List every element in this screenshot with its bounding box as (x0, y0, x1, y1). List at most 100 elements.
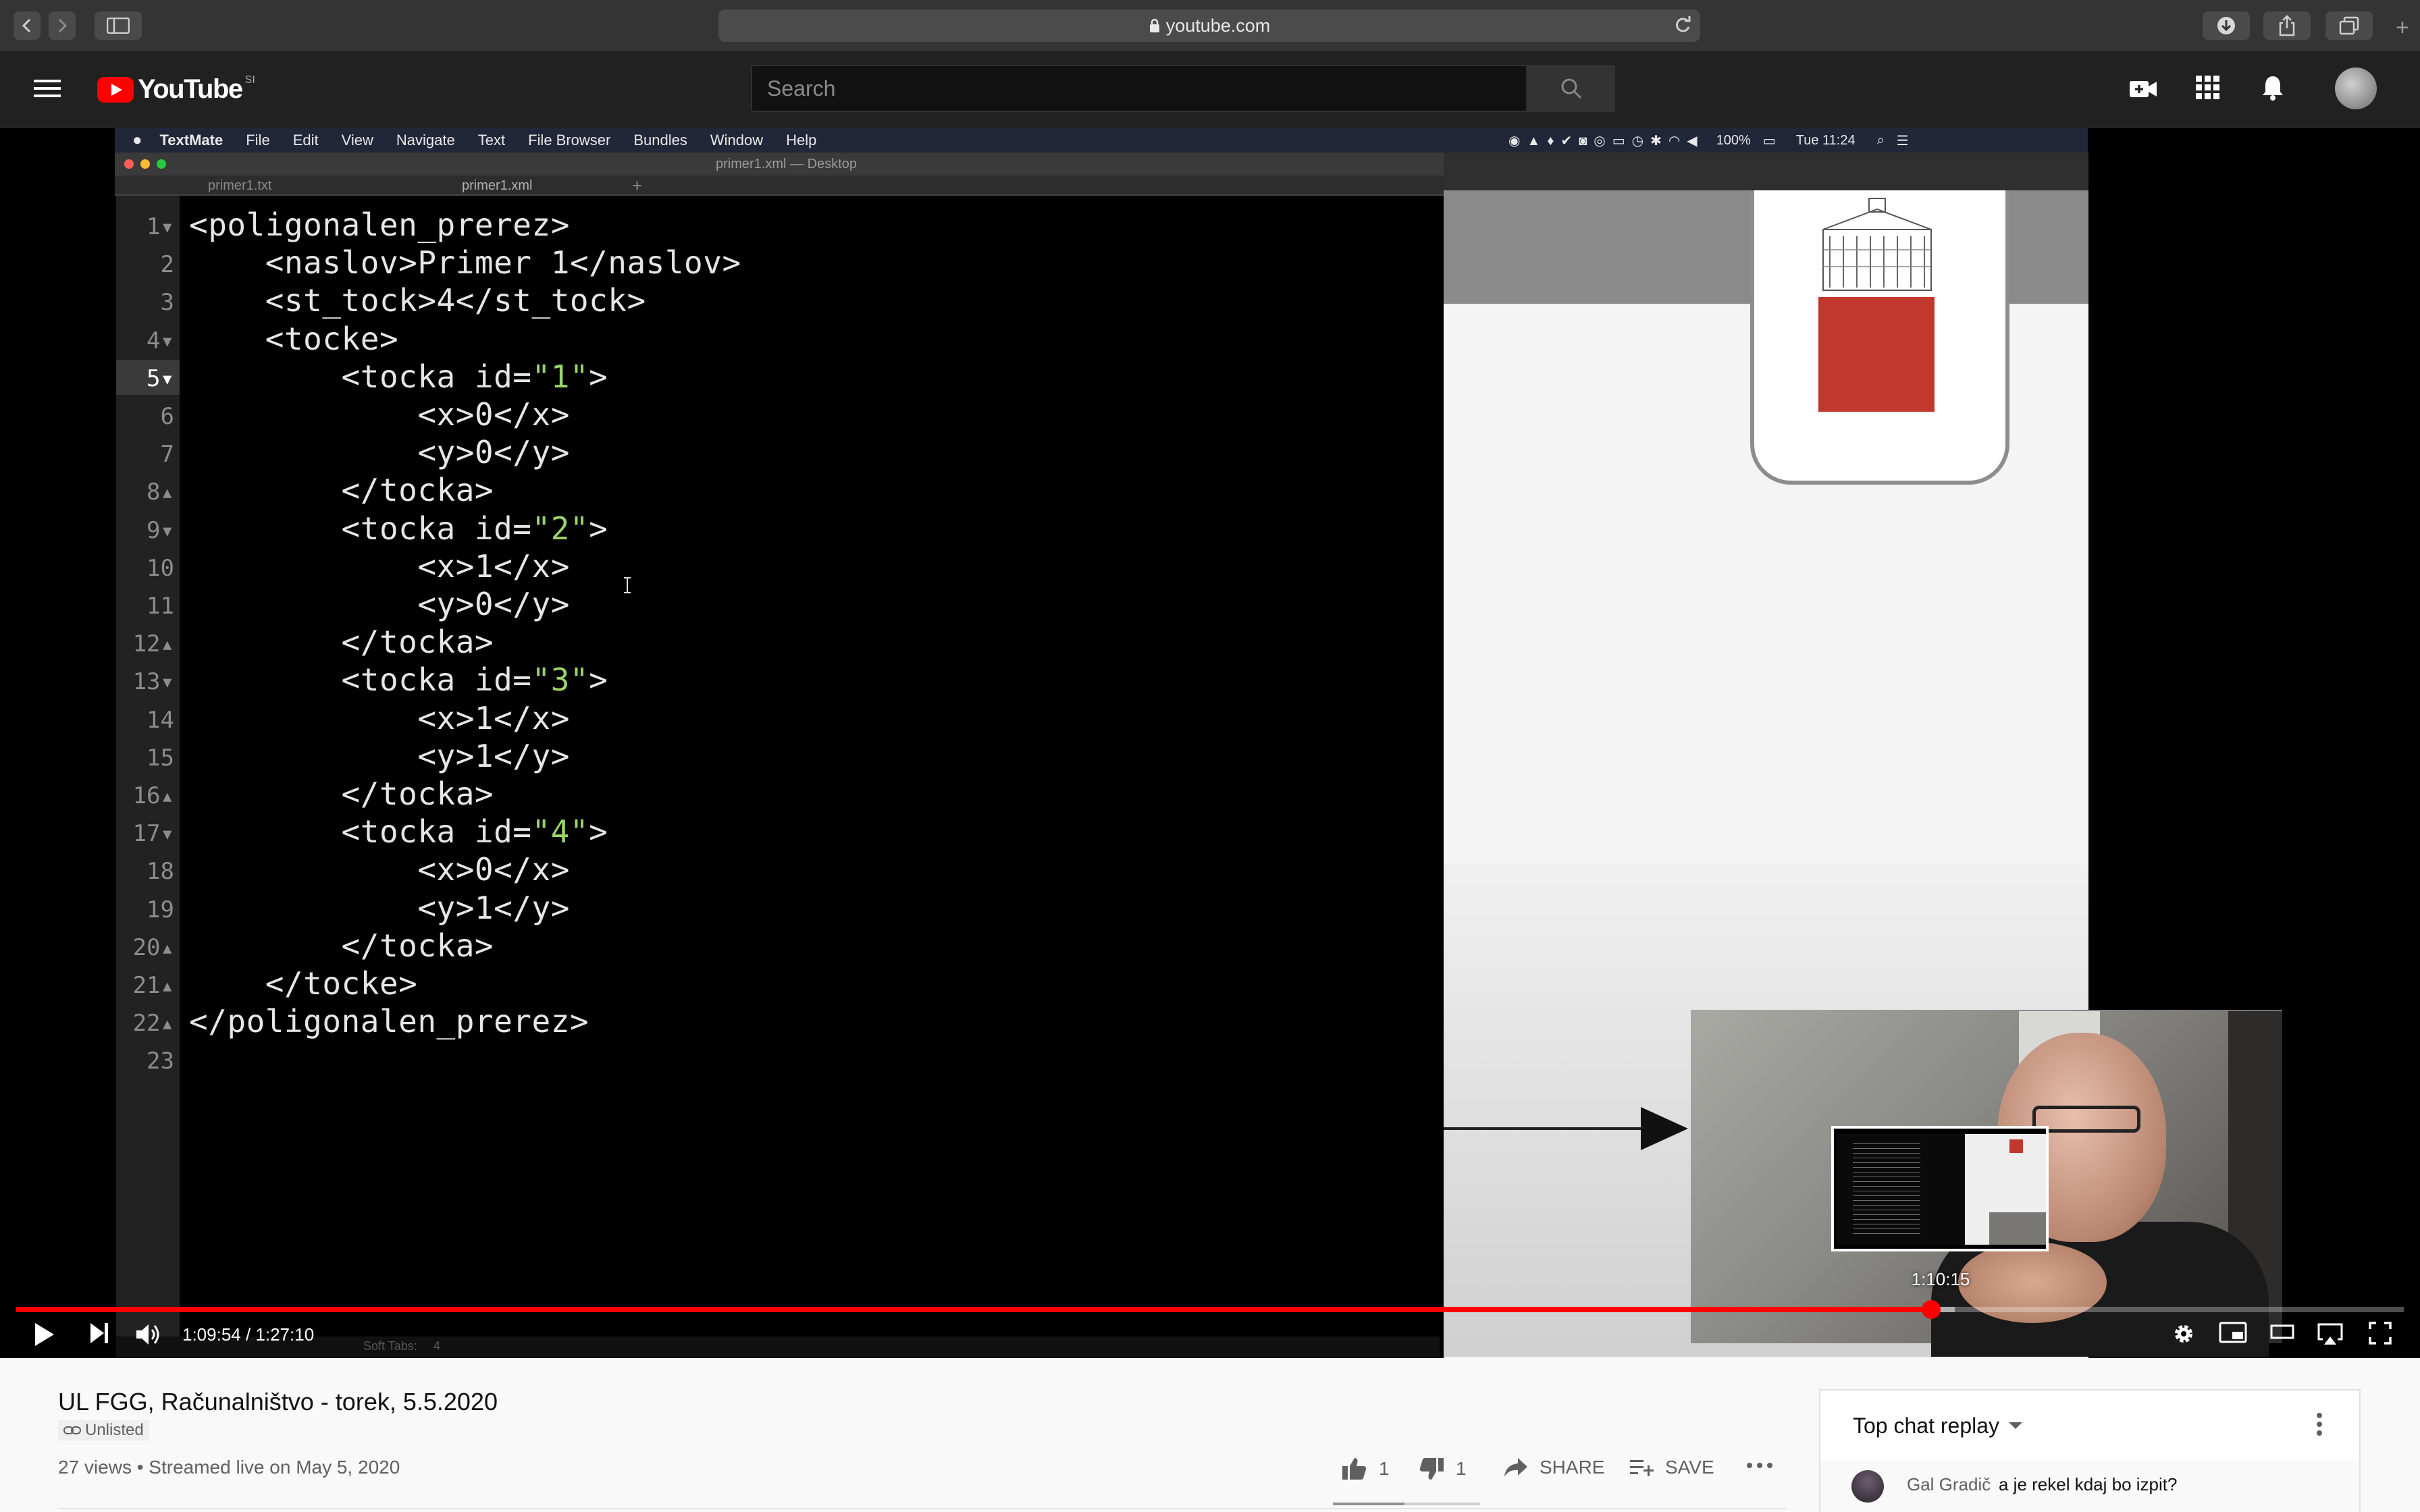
video-camera-plus-icon (2130, 81, 2157, 97)
thumb-editor (1837, 1134, 1965, 1245)
views-and-date: 27 views • Streamed live on May 5, 2020 (58, 1457, 400, 1478)
editor-title: primer1.xml — Desktop (716, 157, 857, 171)
chevron-right-icon (58, 18, 68, 33)
account-avatar[interactable] (2335, 68, 2377, 109)
code-line: </tocka> (189, 776, 494, 812)
apple-icon: ● (132, 131, 142, 149)
progress-played (16, 1307, 1931, 1312)
line-number: 8▴ (147, 479, 174, 506)
line-number: 17▾ (132, 820, 174, 848)
battery-level: 100% (1716, 132, 1751, 148)
more-horizontal-icon (1747, 1463, 1772, 1468)
play-icon (35, 1323, 54, 1346)
time-display: 1:09:54 / 1:27:10 (182, 1324, 315, 1345)
close-dot-icon (124, 159, 134, 169)
youtube-logo[interactable]: YouTube SI (97, 74, 255, 105)
notification-center-icon: ☰ (1896, 133, 1909, 148)
thumbs-down-icon (1419, 1458, 1444, 1480)
editor-tabbar: primer1.txt primer1.xml + (115, 176, 1444, 196)
code-line: <tocka id="1"> (189, 358, 608, 395)
dislike-count: 1 (1456, 1458, 1467, 1479)
tabs-icon (2339, 16, 2359, 35)
search-button[interactable] (1527, 65, 1615, 112)
youtube-play-logo-icon (97, 76, 134, 103)
play-button[interactable] (32, 1322, 55, 1347)
next-button[interactable] (89, 1322, 109, 1345)
airplay-icon (2317, 1323, 2343, 1345)
arrow-head-icon (1641, 1107, 1688, 1150)
tabs-overview-button[interactable] (2325, 11, 2373, 40)
line-number: 19 (147, 896, 174, 923)
progress-scrubber[interactable] (1921, 1300, 1941, 1319)
presenter-glasses (2032, 1106, 2140, 1133)
chat-mode-label: Top chat replay (1853, 1413, 2000, 1438)
chat-mode-selector[interactable]: Top chat replay (1853, 1413, 2023, 1438)
diagram-arrow-line (1444, 1127, 1646, 1130)
line-number: 16▴ (132, 782, 174, 809)
chat-menu-button[interactable] (2316, 1412, 2323, 1440)
line-number: 20▴ (132, 934, 174, 961)
address-text: youtube.com (1165, 15, 1271, 36)
dislike-ratio-bar (1404, 1503, 1480, 1505)
share-icon (2279, 15, 2295, 36)
guide-menu-button[interactable] (34, 78, 61, 102)
code-line: <naslov>Primer 1</naslov> (189, 244, 741, 281)
menubar-item: Bundles (633, 132, 687, 148)
line-number: 18 (147, 858, 174, 886)
like-ratio-bar (1333, 1503, 1404, 1505)
miniplayer-button[interactable] (2219, 1322, 2247, 1343)
code-line: <tocke> (189, 320, 399, 357)
code-line: </poligonalen_prerez> (189, 1003, 589, 1040)
menubar-item: Navigate (396, 132, 455, 148)
sidebar-toggle-button[interactable] (95, 11, 142, 40)
address-bar[interactable]: youtube.com (718, 9, 1700, 42)
search-input[interactable]: Search (751, 65, 1527, 112)
apps-button[interactable] (2196, 76, 2220, 103)
code-line: </tocka> (189, 624, 494, 661)
more-actions-button[interactable] (1746, 1462, 1773, 1469)
save-label: SAVE (1665, 1457, 1714, 1478)
link-icon (63, 1426, 81, 1434)
downloads-button[interactable] (2203, 11, 2250, 40)
code-line: <tocka id="4"> (189, 813, 608, 850)
menubar-item: Help (786, 132, 817, 148)
minimize-dot-icon (140, 159, 150, 169)
spotlight-icon: ⌕ (1876, 132, 1885, 148)
dislike-button[interactable]: 1 (1418, 1457, 1467, 1481)
caret-down-icon (2009, 1422, 2023, 1429)
share-button[interactable]: SHARE (1503, 1457, 1604, 1478)
chat-message-text: a je rekel kdaj bo izpit? (1999, 1474, 2178, 1494)
chat-author-avatar[interactable] (1851, 1470, 1884, 1503)
line-number: 1▾ (147, 213, 174, 240)
fullscreen-button[interactable] (2369, 1322, 2392, 1345)
line-number: 14 (147, 706, 174, 734)
save-button[interactable]: SAVE (1630, 1457, 1714, 1478)
code-line: <x>1</x> (189, 699, 570, 736)
back-button[interactable] (14, 11, 41, 40)
code-line: </tocke> (189, 965, 418, 1002)
miniplayer-icon (2219, 1322, 2247, 1343)
settings-button[interactable] (2172, 1322, 2196, 1346)
code-line: <x>0</x> (189, 396, 570, 433)
new-tab-button[interactable]: + (2396, 15, 2409, 41)
share-label: SHARE (1540, 1457, 1605, 1478)
create-video-button[interactable] (2130, 78, 2158, 103)
chat-author-name: Gal Gradič (1907, 1474, 1991, 1494)
mute-button[interactable] (135, 1322, 162, 1347)
like-count: 1 (1379, 1458, 1390, 1479)
code-line: </tocka> (189, 927, 494, 964)
status-icons: ◉▲♦✔◙◎▭◷✱◠◀︎ (1508, 133, 1704, 148)
share-page-button[interactable] (2263, 11, 2311, 40)
theater-mode-button[interactable] (2270, 1322, 2294, 1341)
share-arrow-icon (1504, 1458, 1527, 1477)
line-number: 11 (147, 593, 174, 620)
forward-button[interactable] (49, 11, 76, 40)
airplay-button[interactable] (2316, 1322, 2344, 1346)
seek-preview-thumbnail (1831, 1126, 2049, 1251)
hamburger-icon (34, 80, 61, 97)
info-divider (58, 1508, 1787, 1509)
add-tab-icon: + (632, 176, 643, 196)
notifications-button[interactable] (2261, 74, 2285, 105)
reload-button[interactable] (1673, 15, 1692, 38)
like-button[interactable]: 1 (1341, 1457, 1390, 1481)
